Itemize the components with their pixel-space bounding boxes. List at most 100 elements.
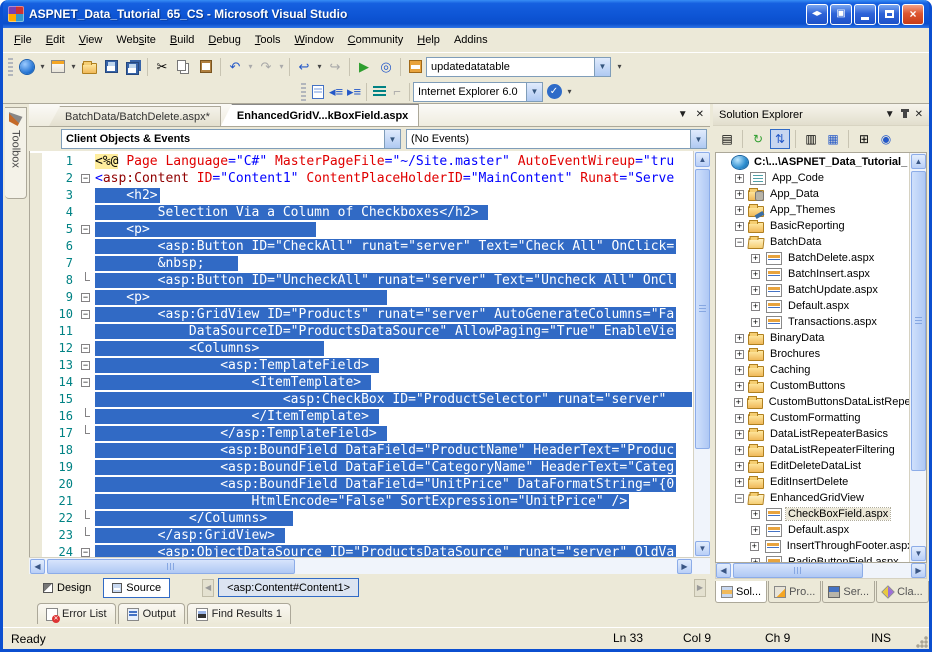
code-line[interactable]: 1 <%@ Page Language="C#" MasterPageFile="…: [30, 153, 693, 170]
fold-margin[interactable]: −: [80, 544, 95, 557]
tree-item-c-aspnet-data-tutorial-[interactable]: C:\...\ASPNET_Data_Tutorial_: [717, 154, 910, 170]
toolbar-overflow-2[interactable]: ▾: [565, 87, 574, 96]
tag-navigator-chip[interactable]: <asp:Content#Content1>: [218, 578, 360, 597]
scroll-up-button[interactable]: ▲: [695, 152, 710, 167]
object-dropdown-value[interactable]: Client Objects & Events: [62, 133, 384, 145]
window-popout-button[interactable]: ▣: [830, 3, 852, 25]
comment-button[interactable]: ⌐: [388, 82, 406, 102]
fold-collapse-box[interactable]: −: [81, 378, 90, 387]
tab-checkboxfield[interactable]: EnhancedGridV...kBoxField.aspx: [220, 104, 420, 126]
tool-tab-pro[interactable]: Pro...: [768, 581, 822, 603]
fold-collapse-box[interactable]: −: [81, 548, 90, 557]
fold-margin[interactable]: −: [80, 374, 95, 391]
fold-collapse-box[interactable]: −: [81, 293, 90, 302]
design-view-button[interactable]: Design: [35, 578, 99, 598]
fold-collapse-box[interactable]: −: [81, 310, 90, 319]
increase-indent-button[interactable]: ▸≡: [345, 82, 363, 102]
tree-expand-toggle[interactable]: +: [749, 541, 759, 551]
window-switch-button[interactable]: ◂▸: [806, 3, 828, 25]
tree-item-batchdelete-aspx[interactable]: + BatchDelete.aspx: [717, 250, 910, 266]
code-line[interactable]: 18 <asp:BoundField DataField="ProductNam…: [30, 442, 693, 459]
tree-expand-toggle[interactable]: +: [751, 301, 760, 311]
add-new-item-dropdown[interactable]: ▾: [69, 62, 78, 71]
tree-item-editdeletedatalist[interactable]: + EditDeleteDataList: [717, 458, 910, 474]
tree-item-radiobuttonfield-aspx[interactable]: + RadioButtonField.aspx: [717, 554, 910, 562]
view-in-browser-button[interactable]: ◎: [375, 57, 397, 77]
tree-item-transactions-aspx[interactable]: + Transactions.aspx: [717, 314, 910, 330]
fold-margin[interactable]: −: [80, 340, 95, 357]
view-code-button[interactable]: ▥: [801, 129, 821, 149]
target-browser-arrow[interactable]: ▼: [526, 82, 542, 101]
tree-expand-toggle[interactable]: +: [751, 317, 760, 327]
tree-item-batchinsert-aspx[interactable]: + BatchInsert.aspx: [717, 266, 910, 282]
fold-margin[interactable]: [80, 425, 95, 442]
tree-expand-toggle[interactable]: +: [735, 365, 744, 375]
tree-item-checkboxfield-aspx[interactable]: + CheckBoxField.aspx: [717, 506, 910, 522]
undo-button[interactable]: ↶: [224, 57, 246, 77]
navigate-forward-button[interactable]: ↪: [324, 57, 346, 77]
tree-expand-toggle[interactable]: +: [751, 285, 760, 295]
code-line[interactable]: 10− <asp:GridView ID="Products" runat="s…: [30, 306, 693, 323]
toolbar-grip[interactable]: [8, 57, 13, 76]
menu-debug[interactable]: Debug: [201, 31, 247, 49]
fold-margin[interactable]: [80, 527, 95, 544]
tree-item-batchupdate-aspx[interactable]: + BatchUpdate.aspx: [717, 282, 910, 298]
tree-expand-toggle[interactable]: +: [735, 333, 744, 343]
tree-expand-toggle[interactable]: +: [735, 381, 744, 391]
fold-margin[interactable]: [80, 510, 95, 527]
menu-help[interactable]: Help: [410, 31, 447, 49]
fold-margin[interactable]: −: [80, 306, 95, 323]
maximize-button[interactable]: [878, 3, 900, 25]
aspnet-configuration-button[interactable]: ◉: [876, 129, 896, 149]
fold-margin[interactable]: [80, 187, 95, 204]
fold-margin[interactable]: [80, 272, 95, 289]
scroll-down-button[interactable]: ▼: [695, 541, 710, 556]
editor-horizontal-scrollbar[interactable]: ◀ ▶: [29, 557, 710, 574]
find-combo-value[interactable]: updatedatatable: [427, 61, 594, 73]
tree-item-custombuttonsdatalistrepeat[interactable]: + CustomButtonsDataListRepeat: [717, 394, 910, 410]
toolbar-overflow[interactable]: ▾: [615, 62, 624, 71]
tree-item-enhancedgridview[interactable]: − EnhancedGridView: [717, 490, 910, 506]
navigate-backward-button[interactable]: ↩: [293, 57, 315, 77]
fold-margin[interactable]: [80, 442, 95, 459]
tool-tab-cla[interactable]: Cla...: [876, 581, 929, 603]
tree-item-editinsertdelete[interactable]: + EditInsertDelete: [717, 474, 910, 490]
event-dropdown-arrow[interactable]: ▼: [690, 130, 706, 148]
code-line[interactable]: 11 DataSourceID="ProductsDataSource" All…: [30, 323, 693, 340]
nest-related-files-button[interactable]: ⇅: [770, 129, 790, 149]
redo-dropdown[interactable]: ▾: [277, 62, 286, 71]
menu-community[interactable]: Community: [341, 31, 411, 49]
scroll-left-button[interactable]: ◀: [30, 559, 45, 574]
tree-item-datalistrepeaterbasics[interactable]: + DataListRepeaterBasics: [717, 426, 910, 442]
code-editor[interactable]: 1 <%@ Page Language="C#" MasterPageFile="…: [29, 151, 710, 557]
code-line[interactable]: 20 <asp:BoundField DataField="UnitPrice"…: [30, 476, 693, 493]
tree-expand-toggle[interactable]: +: [751, 525, 760, 535]
code-line[interactable]: 7 &nbsp;: [30, 255, 693, 272]
vertical-scroll-thumb[interactable]: [695, 169, 710, 449]
fold-collapse-box[interactable]: −: [81, 361, 90, 370]
add-new-item-button[interactable]: [47, 57, 69, 77]
tab-batchdelete[interactable]: BatchData/BatchDelete.aspx*: [49, 106, 221, 126]
menu-file[interactable]: File: [7, 31, 39, 49]
tree-expand-toggle[interactable]: +: [735, 477, 744, 487]
tree-expand-toggle[interactable]: +: [735, 413, 744, 423]
code-line[interactable]: 5− <p>: [30, 221, 693, 238]
tree-item-custombuttons[interactable]: + CustomButtons: [717, 378, 910, 394]
menu-view[interactable]: View: [72, 31, 110, 49]
tree-item-app-data[interactable]: + App_Data: [717, 186, 910, 202]
tag-navigator-right-arrow[interactable]: ▶: [694, 578, 706, 597]
event-dropdown[interactable]: (No Events) ▼: [406, 129, 707, 149]
close-document-button[interactable]: ✕: [696, 109, 704, 120]
start-debugging-button[interactable]: ▶: [353, 57, 375, 77]
code-line[interactable]: 14− <ItemTemplate>: [30, 374, 693, 391]
fold-margin[interactable]: [80, 476, 95, 493]
fold-margin[interactable]: [80, 255, 95, 272]
tree-item-app-themes[interactable]: + App_Themes: [717, 202, 910, 218]
code-line[interactable]: 17 </asp:TemplateField>: [30, 425, 693, 442]
tree-scroll-left[interactable]: ◀: [716, 563, 731, 578]
code-line[interactable]: 21 HtmlEncode="False" SortExpression="Un…: [30, 493, 693, 510]
tree-expand-toggle[interactable]: +: [735, 173, 744, 183]
target-browser-value[interactable]: Internet Explorer 6.0: [414, 86, 526, 98]
solution-explorer-titlebar[interactable]: Solution Explorer ▼ ✕: [713, 104, 929, 126]
menu-window[interactable]: Window: [288, 31, 341, 49]
